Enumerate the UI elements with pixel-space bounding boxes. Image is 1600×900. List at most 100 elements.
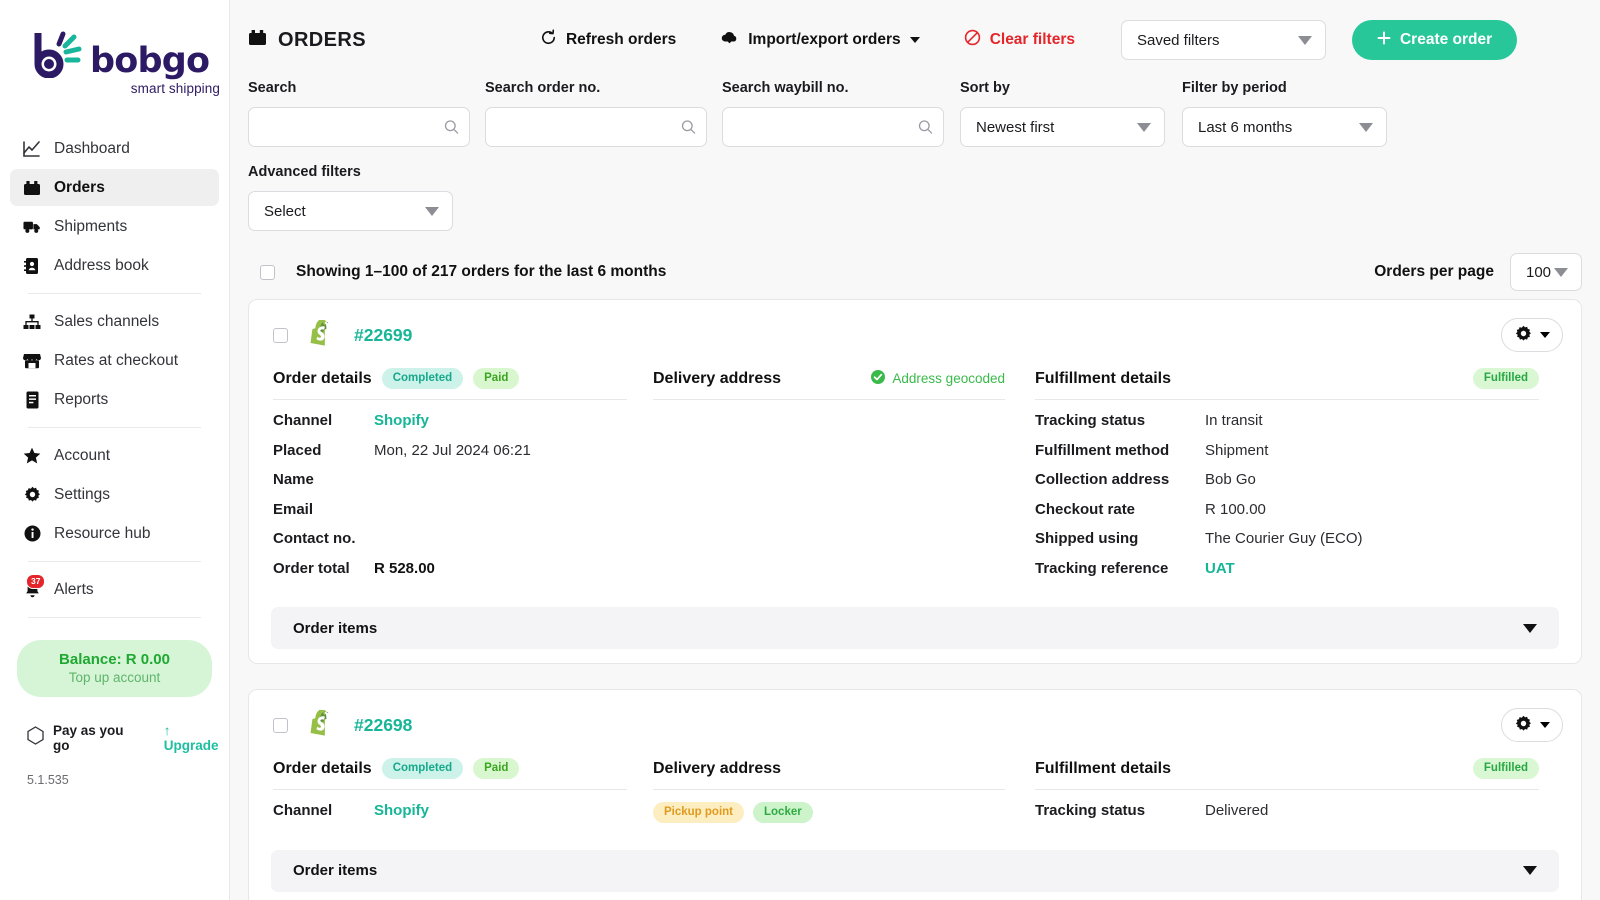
detail-key: Collection address [1035,471,1170,488]
sidebar-item-label: Sales channels [54,312,160,330]
chevron-down-icon [1539,332,1550,338]
filter-row-primary: Search Search order no. Search waybill n… [248,80,1582,147]
detail-row: Tracking status In transit [1035,412,1539,442]
sidebar-item-alerts[interactable]: 37 Alerts [10,571,219,608]
info-circle-icon [23,525,41,543]
sidebar-item-label: Settings [54,485,111,503]
chevron-down-icon [1359,122,1373,132]
status-badge: Paid [473,758,520,779]
order-number-link[interactable]: #22698 [354,715,412,736]
orders-list: #22699 Order details Completed Paid Channel S… [230,299,1600,900]
list-summary-row: Showing 1–100 of 217 orders for the last… [230,253,1600,291]
filter-by-period-field: Filter by period Last 6 months [1182,80,1387,147]
detail-row: Shipped using The Courier Guy (ECO) [1035,530,1539,560]
order-items-toggle[interactable]: Order items [271,607,1559,649]
order-number-link[interactable]: #22699 [354,325,412,346]
sidebar-divider [28,293,201,294]
order-actions-button[interactable] [1501,318,1563,352]
detail-value: R 100.00 [1205,500,1266,518]
order-items-label: Order items [293,862,378,879]
delivery-badge: Locker [753,802,813,823]
create-order-button[interactable]: Create order [1351,20,1518,60]
sort-by-value: Newest first [976,118,1055,136]
search-order-no-input[interactable] [485,107,707,147]
sidebar-divider [28,617,201,618]
chevron-down-icon [425,206,439,216]
sidebar-item-dashboard[interactable]: Dashboard [10,130,219,167]
detail-value[interactable]: UAT [1205,560,1235,577]
search-waybill-no-input[interactable] [722,107,944,147]
sidebar-divider [28,427,201,428]
order-details-header: Order details Completed Paid [273,758,627,790]
orders-per-page-value: 100 [1526,263,1552,281]
sort-by-select[interactable]: Newest first [960,107,1165,147]
upgrade-link[interactable]: ↑ Upgrade [164,723,229,753]
delivery-address-header: Delivery address Address geocoded [653,368,1005,400]
search-input[interactable] [248,107,470,147]
gear-icon [1515,715,1532,735]
address-book-icon [23,257,41,275]
app-root: bobgo smart shipping Dashboard Orders Ship… [0,0,1600,900]
top-up-link[interactable]: Top up account [23,670,206,685]
gear-icon [1515,325,1532,345]
detail-row: Placed Mon, 22 Jul 2024 06:21 [273,442,627,472]
truck-icon [23,218,41,236]
sidebar-item-settings[interactable]: Settings [10,476,219,513]
filter-by-period-select[interactable]: Last 6 months [1182,107,1387,147]
detail-row: Tracking reference UAT [1035,560,1539,590]
refresh-orders-button[interactable]: Refresh orders [518,29,698,51]
advanced-filters-label: Advanced filters [248,164,361,180]
search-field: Search [248,80,470,147]
advanced-filters-select[interactable]: Select [248,191,453,231]
detail-key: Tracking status [1035,802,1146,819]
orders-per-page-select[interactable]: 100 [1510,253,1582,291]
topbar-actions: Refresh orders Import/export orders Clea… [518,20,1518,60]
sidebar-item-rates-at-checkout[interactable]: Rates at checkout [10,342,219,379]
balance-card[interactable]: Balance: R 0.00 Top up account [17,640,212,697]
sidebar-item-reports[interactable]: Reports [10,381,219,418]
delivery-address-column: Delivery address Pickup point Locker [645,758,1023,832]
order-details-column: Order details Completed Paid Channel Shopify [273,758,645,832]
refresh-icon [540,29,557,51]
sidebar-item-resource-hub[interactable]: Resource hub [10,515,219,552]
detail-key: Shipped using [1035,530,1139,547]
topbar: ORDERS Refresh orders Import/export orde… [230,0,1600,80]
saved-filters-select[interactable]: Saved filters [1120,20,1326,60]
detail-value[interactable]: Shopify [374,802,429,819]
filter-by-period-value: Last 6 months [1198,118,1293,136]
order-actions-button[interactable] [1501,708,1563,742]
order-select-checkbox[interactable] [273,717,288,733]
sidebar-item-sales-channels[interactable]: Sales channels [10,303,219,340]
cloud-download-icon [720,29,739,51]
advanced-filters-section: Advanced filters Select [230,164,1600,231]
delivery-address-title: Delivery address [653,369,782,387]
chart-line-icon [23,140,41,158]
sidebar-item-address-book[interactable]: Address book [10,247,219,284]
select-all-checkbox[interactable] [260,264,275,280]
order-details-title: Order details [273,759,372,777]
detail-list: Tracking status Delivered [1035,802,1539,832]
delivery-address-column: Delivery address Address geocoded [645,368,1023,589]
import-export-orders-button[interactable]: Import/export orders [698,29,941,51]
detail-list: Tracking status In transit Fulfillment met… [1035,412,1539,589]
chevron-down-icon [1137,122,1151,132]
order-details-title: Order details [273,369,372,387]
sidebar-item-orders[interactable]: Orders [10,169,219,206]
brand-logo[interactable]: bobgo smart shipping [0,30,229,96]
sidebar-item-account[interactable]: Account [10,437,219,474]
search-label: Search [248,80,297,96]
fulfillment-details-header: Fulfillment details Fulfilled [1035,368,1539,400]
detail-key: Placed [273,441,322,459]
detail-row: Name [273,471,627,501]
bobgo-logo-icon [32,30,86,79]
detail-value[interactable]: Shopify [374,412,429,429]
order-select-checkbox[interactable] [273,327,288,343]
filter-by-period-label: Filter by period [1182,80,1287,96]
advanced-filters-value: Select [264,202,306,220]
detail-list: Channel Shopify [273,802,627,832]
order-details-header: Order details Completed Paid [273,368,627,400]
clear-filters-button[interactable]: Clear filters [942,29,1097,51]
sidebar-item-shipments[interactable]: Shipments [10,208,219,245]
order-items-toggle[interactable]: Order items [271,849,1559,892]
order-items-label: Order items [293,619,378,637]
